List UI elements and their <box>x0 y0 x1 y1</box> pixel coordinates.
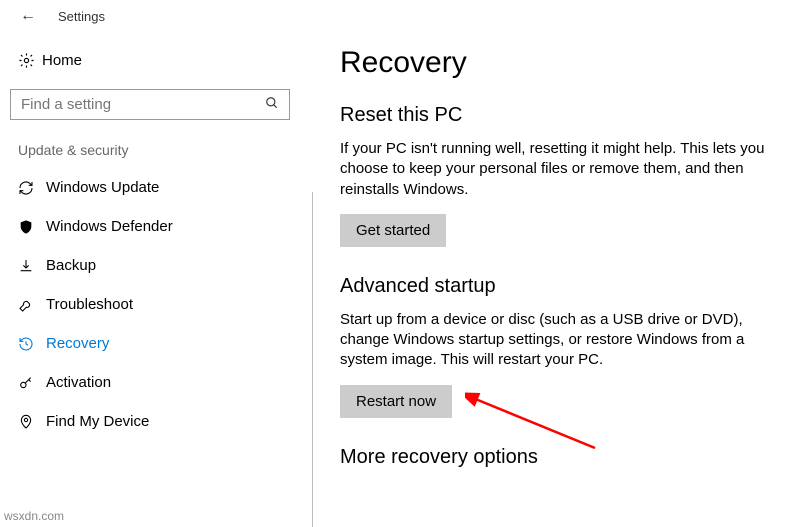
search-input[interactable] <box>21 96 265 113</box>
sidebar-item-label: Backup <box>46 257 96 274</box>
more-options-heading: More recovery options <box>340 446 780 469</box>
content-area: Recovery Reset this PC If your PC isn't … <box>340 28 780 527</box>
sidebar-item-label: Activation <box>46 374 111 391</box>
wrench-icon <box>18 297 46 313</box>
sidebar-item-troubleshoot[interactable]: Troubleshoot <box>8 285 292 324</box>
key-icon <box>18 375 46 391</box>
sidebar-item-backup[interactable]: Backup <box>8 246 292 285</box>
search-input-container[interactable] <box>10 89 290 120</box>
sidebar-item-windows-defender[interactable]: Windows Defender <box>8 207 292 246</box>
sync-icon <box>18 180 46 196</box>
sidebar-section-label: Update & security <box>8 142 292 158</box>
reset-description: If your PC isn't running well, resetting… <box>340 139 780 200</box>
gear-icon <box>18 52 42 69</box>
backup-icon <box>18 258 46 274</box>
sidebar-item-label: Troubleshoot <box>46 296 133 313</box>
history-icon <box>18 336 46 352</box>
sidebar-item-find-my-device[interactable]: Find My Device <box>8 402 292 441</box>
advanced-heading: Advanced startup <box>340 275 780 298</box>
shield-icon <box>18 219 46 235</box>
sidebar-item-label: Windows Update <box>46 179 159 196</box>
sidebar-item-recovery[interactable]: Recovery <box>8 324 292 363</box>
location-icon <box>18 414 46 430</box>
sidebar-home[interactable]: Home <box>8 46 292 75</box>
sidebar: Home Update & security Windows Update Wi… <box>0 28 300 527</box>
watermark: wsxdn.com <box>4 509 64 523</box>
sidebar-item-windows-update[interactable]: Windows Update <box>8 168 292 207</box>
advanced-description: Start up from a device or disc (such as … <box>340 310 780 371</box>
sidebar-home-label: Home <box>42 52 82 69</box>
sidebar-item-activation[interactable]: Activation <box>8 363 292 402</box>
reset-heading: Reset this PC <box>340 104 780 127</box>
sidebar-item-label: Find My Device <box>46 413 149 430</box>
window-title: Settings <box>58 9 105 24</box>
back-icon[interactable]: ← <box>20 7 36 25</box>
sidebar-item-label: Windows Defender <box>46 218 173 235</box>
divider <box>312 192 313 527</box>
search-icon <box>265 96 279 113</box>
get-started-button[interactable]: Get started <box>340 214 446 247</box>
sidebar-item-label: Recovery <box>46 335 109 352</box>
page-title: Recovery <box>340 46 780 80</box>
restart-now-button[interactable]: Restart now <box>340 385 452 418</box>
